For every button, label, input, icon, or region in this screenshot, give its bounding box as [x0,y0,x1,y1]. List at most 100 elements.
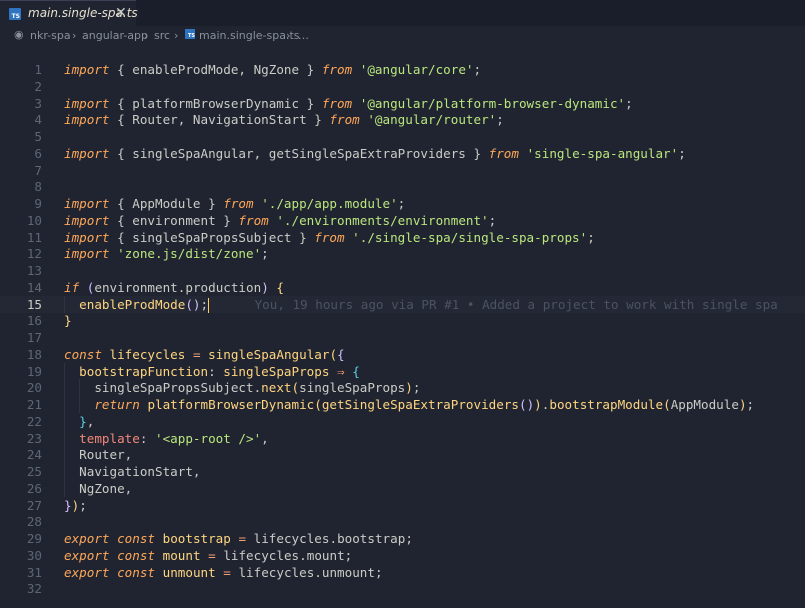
code-token: ; [488,212,497,228]
code-token: lifecycles [109,346,186,362]
code-line[interactable]: 12 import 'zone.js/dist/zone'; [0,245,805,262]
code-token: : [208,363,224,379]
code-line[interactable]: 25 NavigationStart, [0,463,805,480]
code-line[interactable]: 31 export const unmount = lifecycles.unmo… [0,564,805,581]
code-token: ; [344,547,353,563]
code-token: NgZone [253,62,300,77]
code-text: }); [64,497,87,514]
code-token: { [109,62,133,77]
code-line[interactable]: 8 [0,178,805,195]
line-number: 3 [34,95,42,111]
code-token: const [117,564,156,580]
code-token: 'single-spa-angular' [526,145,679,161]
code-token: Router [79,447,125,463]
breadcrumb-separator-icon: › [144,29,149,42]
code-line[interactable]: 15 enableProdMode(); You, 19 hours ago v… [0,295,805,313]
line-number: 6 [34,145,42,161]
close-icon[interactable]: ✕ [115,5,127,21]
code-token: , [124,447,133,463]
code-token: from [238,212,269,228]
typescript-file-icon: TS [9,8,21,20]
code-line[interactable]: 21 return platformBrowserDynamic(getSing… [0,396,805,413]
code-token: platformBrowserDynamic [147,397,315,412]
breadcrumb-item-angular-app[interactable]: angular-app [82,29,148,42]
code-token: ; [678,145,686,161]
code-line[interactable]: 29 export const bootstrap = lifecycles.bo… [0,530,805,547]
code-token: lifecycles [223,547,300,563]
code-line[interactable]: 10 import { environment } from './environ… [0,212,805,229]
code-token: . [329,531,338,546]
code-token: from [321,95,353,111]
code-token: from [321,62,353,77]
breadcrumb-item-nkr-spa[interactable]: nkr-spa [30,29,71,42]
code-line[interactable]: 1 import { enableProdMode, NgZone } from … [0,61,805,78]
breadcrumb-item-symbols[interactable]: … [298,29,309,42]
code-token: = [223,564,231,580]
code-line[interactable]: 5 [0,128,805,145]
tab-bar: TS main.single-spa.ts ✕ [0,0,805,26]
code-line[interactable]: 3 import { platformBrowserDynamic } from … [0,95,805,112]
code-line[interactable]: 7 [0,162,805,179]
code-line[interactable]: 4 import { Router, NavigationStart } from… [0,111,805,128]
code-token: lifecycles [238,564,315,580]
code-line[interactable]: 13 [0,262,805,279]
code-line[interactable]: 24 Router, [0,446,805,464]
code-line[interactable]: 2 [0,78,805,95]
git-blame-annotation: You, 19 hours ago via PR #1 • Added a pr… [209,296,778,312]
code-line[interactable]: 27}); [0,497,805,514]
code-line[interactable]: 26 NgZone, [0,479,805,497]
code-token: , [192,464,201,479]
code-line[interactable]: 16} [0,312,805,329]
code-token: mount [162,547,201,563]
code-token: ( [329,346,338,362]
git-status-icon: ◉ [14,28,24,41]
code-line[interactable]: 30 export const mount = lifecycles.mount; [0,547,805,564]
code-line[interactable]: 19 bootstrapFunction: singleSpaProps ⇒ { [0,362,805,380]
code-token: import [64,112,110,128]
code-line[interactable]: 18 const lifecycles = singleSpaAngular({ [0,346,805,363]
code-text: NavigationStart, [64,463,201,480]
code-token: from [223,196,254,211]
code-token: export [64,547,110,563]
code-token: AppModule [132,196,201,211]
code-token: getSingleSpaExtraProviders [268,145,466,161]
code-token: export [64,564,110,580]
code-line[interactable]: 14 if (environment.production) { [0,279,805,296]
code-token: ) [738,397,747,412]
code-line[interactable]: 6 import { singleSpaAngular, getSingleSpa… [0,145,805,162]
code-line[interactable]: 32 [0,580,805,597]
code-line[interactable]: 28 [0,513,805,530]
code-token: { [337,346,345,362]
line-number: 7 [34,162,42,178]
code-token: '<app-root />' [155,430,262,446]
code-token: singleSpaProps [299,380,406,396]
code-line[interactable]: 11 import { singleSpaPropsSubject } from … [0,229,805,246]
code-token: ) [534,397,542,412]
tab-main-single-spa[interactable]: TS main.single-spa.ts ✕ [0,0,138,26]
code-token: from [314,229,345,245]
code-token: { [352,363,360,379]
code-line[interactable]: 9 import { AppModule } from './app/app.mo… [0,195,805,212]
code-line[interactable]: 23 template: '<app-root />', [0,429,805,447]
code-editor[interactable]: 1 import { enableProdMode, NgZone } from … [0,46,805,608]
code-token: './environments/environment' [276,212,489,228]
code-text: import { environment } from './environme… [64,212,496,229]
breadcrumb-item-file[interactable]: main.single-spa.ts [199,29,300,42]
code-token: environment [94,279,178,295]
code-line[interactable]: 20 singleSpaPropsSubject.next(singleSpaP… [0,379,805,397]
breadcrumb-item-src[interactable]: src [154,29,170,42]
code-token: { [276,279,284,295]
line-number: 16 [26,313,42,329]
code-line[interactable]: 17 [0,329,805,346]
code-token: } [64,497,72,513]
code-token: ; [412,380,421,396]
code-line[interactable]: 22 }, [0,412,805,430]
code-token: Router [132,112,178,128]
